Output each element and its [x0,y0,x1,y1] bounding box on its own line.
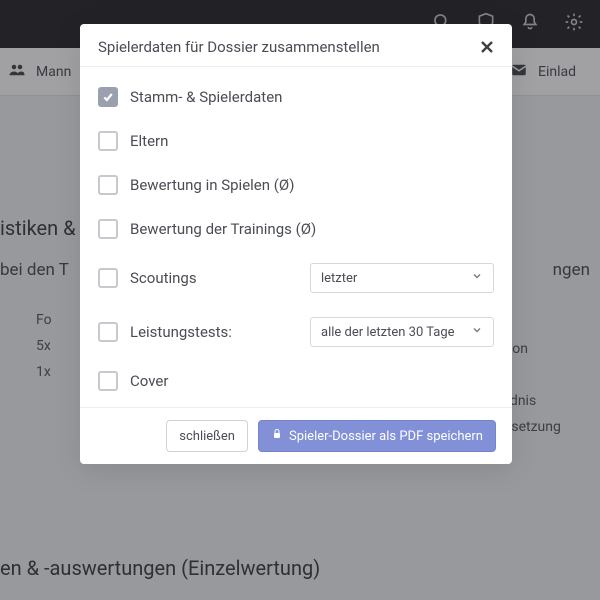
select-value: alle der letzten 30 Tage [321,325,455,340]
lock-icon [271,428,283,444]
modal-header: Spielerdaten für Dossier zusammenstellen [80,24,512,67]
dossier-modal: Spielerdaten für Dossier zusammenstellen… [80,24,512,464]
option-label: Bewertung in Spielen (Ø) [130,176,294,194]
chevron-down-icon [471,324,483,340]
checkbox[interactable] [98,268,118,288]
save-pdf-button[interactable]: Spieler-Dossier als PDF speichern [258,420,496,452]
option-label: Scoutings [130,269,197,287]
option-label: Cover [130,372,168,390]
close-button[interactable]: schließen [166,420,248,452]
checkbox[interactable] [98,131,118,151]
select-value: letzter [321,271,357,286]
option-row: Leistungstests: alle der letzten 30 Tage [98,305,494,359]
option-select[interactable]: alle der letzten 30 Tage [310,317,494,347]
option-row: Bewertung der Trainings (Ø) [98,207,494,251]
option-row: Cover [98,359,494,403]
option-label: Leistungstests: [130,323,232,341]
option-row: Scoutings letzter [98,251,494,305]
checkbox[interactable] [98,322,118,342]
save-pdf-label: Spieler-Dossier als PDF speichern [289,429,483,444]
close-button-label: schließen [179,429,235,444]
chevron-down-icon [471,270,483,286]
option-label: Bewertung der Trainings (Ø) [130,220,316,238]
option-row: Bewertung in Spielen (Ø) [98,163,494,207]
modal-title: Spielerdaten für Dossier zusammenstellen [98,38,380,56]
modal-footer: schließen Spieler-Dossier als PDF speich… [80,407,512,464]
option-label: Stamm- & Spielerdaten [130,88,282,106]
checkbox[interactable] [98,219,118,239]
option-label: Eltern [130,132,168,150]
close-icon[interactable] [480,40,494,54]
checkbox[interactable] [98,175,118,195]
option-row: Eltern [98,119,494,163]
option-row: Stamm- & Spielerdaten [98,75,494,119]
option-select[interactable]: letzter [310,263,494,293]
checkbox[interactable] [98,371,118,391]
modal-body: Stamm- & Spielerdaten Eltern Bewertung in … [80,67,512,407]
checkbox[interactable] [98,87,118,107]
